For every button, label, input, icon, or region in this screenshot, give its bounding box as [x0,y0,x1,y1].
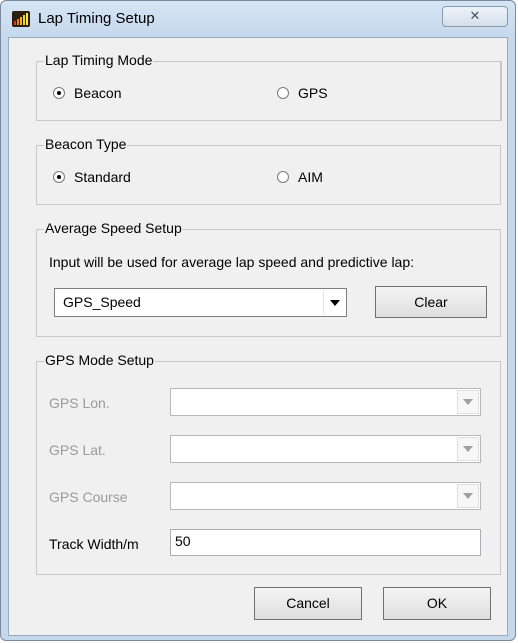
beacon-type-title: Beacon Type [44,136,128,152]
clear-button[interactable]: Clear [375,286,487,318]
gps-course-select[interactable] [170,482,481,510]
track-width-input[interactable]: 50 [170,529,481,556]
dialog-window: Lap Timing Setup ✕ Lap Timing Mode Beaco… [0,0,516,641]
radio-aim-label: AIM [298,169,323,185]
radio-beacon-indicator [53,87,65,99]
ok-button[interactable]: OK [383,587,491,620]
average-speed-select[interactable]: GPS_Speed [54,288,347,317]
gps-lon-select[interactable] [170,388,481,416]
close-icon: ✕ [469,8,481,23]
radio-aim[interactable]: AIM [277,169,323,185]
lap-timing-mode-title: Lap Timing Mode [44,52,154,68]
chevron-down-icon[interactable] [323,290,345,315]
radio-gps-label: GPS [298,85,328,101]
average-speed-value: GPS_Speed [63,294,141,310]
gps-course-label: GPS Course [49,489,128,505]
gps-lon-label: GPS Lon. [49,395,110,411]
cancel-button[interactable]: Cancel [254,587,362,620]
average-speed-title: Average Speed Setup [44,220,183,236]
chevron-down-icon[interactable] [457,437,479,461]
app-icon [12,11,30,27]
chevron-down-icon[interactable] [457,484,479,508]
radio-beacon-label: Beacon [74,85,122,101]
gps-lat-select[interactable] [170,435,481,463]
radio-beacon[interactable]: Beacon [53,85,121,101]
gps-mode-title: GPS Mode Setup [44,352,155,368]
radio-standard[interactable]: Standard [53,169,131,185]
title-bar[interactable]: Lap Timing Setup ✕ [1,1,515,37]
dialog-body: Lap Timing Mode Beacon GPS Beacon Type S… [8,37,508,636]
radio-aim-indicator [277,171,289,183]
window-title: Lap Timing Setup [38,10,155,27]
gps-lat-label: GPS Lat. [49,442,106,458]
radio-standard-label: Standard [74,169,131,185]
close-button[interactable]: ✕ [442,6,508,27]
radio-gps[interactable]: GPS [277,85,328,101]
radio-gps-indicator [277,87,289,99]
radio-standard-indicator [53,171,65,183]
average-speed-setup: Average Speed Setup [36,220,501,337]
average-speed-description: Input will be used for average lap speed… [49,254,415,270]
track-width-label: Track Width/m [49,536,139,552]
chevron-down-icon[interactable] [457,390,479,414]
